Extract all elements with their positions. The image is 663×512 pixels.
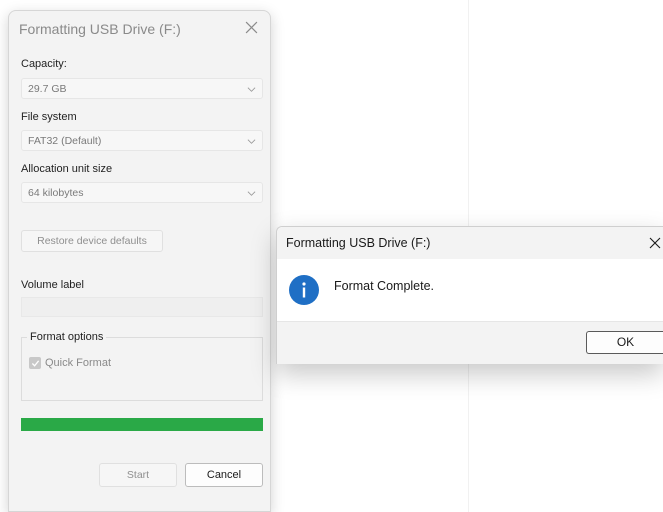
checkmark-icon	[31, 359, 39, 367]
info-icon	[289, 275, 319, 305]
format-dialog-close-button[interactable]	[240, 16, 262, 38]
message-text: Format Complete.	[334, 279, 435, 293]
capacity-label: Capacity:	[21, 58, 67, 70]
allocation-unit-dropdown[interactable]: 64 kilobytes	[21, 182, 263, 203]
chevron-down-icon	[247, 191, 256, 196]
capacity-dropdown[interactable]: 29.7 GB	[21, 78, 263, 99]
format-options-legend: Format options	[27, 331, 107, 343]
format-dialog: Formatting USB Drive (F:) Capacity: 29.7…	[8, 10, 271, 512]
format-options-group	[21, 337, 263, 401]
ok-button[interactable]: OK	[586, 331, 663, 354]
message-box-close-button[interactable]	[644, 232, 663, 254]
restore-defaults-button[interactable]: Restore device defaults	[21, 230, 163, 252]
format-progress-bar	[21, 418, 263, 431]
message-box-title: Formatting USB Drive (F:)	[286, 236, 431, 250]
file-system-value: FAT32 (Default)	[28, 135, 102, 147]
quick-format-checkbox[interactable]	[29, 357, 41, 369]
allocation-unit-value: 64 kilobytes	[28, 187, 84, 199]
chevron-down-icon	[247, 139, 256, 144]
format-dialog-title: Formatting USB Drive (F:)	[19, 21, 181, 37]
close-icon	[649, 237, 661, 249]
file-system-label: File system	[21, 111, 77, 123]
start-button[interactable]: Start	[99, 463, 177, 487]
capacity-value: 29.7 GB	[28, 83, 67, 95]
close-icon	[245, 21, 257, 33]
format-complete-dialog: Formatting USB Drive (F:) Format Complet…	[276, 226, 663, 364]
quick-format-label: Quick Format	[45, 357, 112, 369]
volume-label-input[interactable]	[21, 297, 263, 317]
format-progress-fill	[21, 418, 263, 431]
file-system-dropdown[interactable]: FAT32 (Default)	[21, 130, 263, 151]
info-glyph	[302, 282, 306, 298]
chevron-down-icon	[247, 87, 256, 92]
cancel-button[interactable]: Cancel	[185, 463, 263, 487]
allocation-unit-label: Allocation unit size	[21, 163, 113, 175]
volume-label-label: Volume label	[21, 279, 84, 291]
